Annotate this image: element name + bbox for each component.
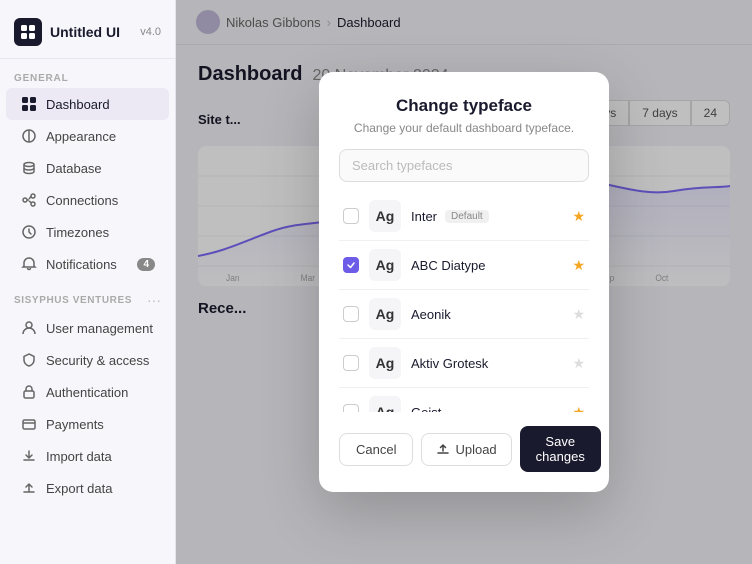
modal-overlay: Change typeface Change your default dash… [176,0,752,564]
sidebar-item-database-label: Database [46,161,102,176]
change-typeface-modal: Change typeface Change your default dash… [319,72,609,492]
font-sample-inter: Ag [369,200,401,232]
font-name-aeonik: Aeonik [411,307,451,322]
sidebar-item-dashboard-label: Dashboard [46,97,110,112]
payments-icon [20,415,38,433]
sidebar-item-import-data[interactable]: Import data [6,440,169,472]
font-name-group-aktiv-grotesk: Aktiv Grotesk [411,356,562,371]
sidebar-item-notifications-label: Notifications [46,257,117,272]
sidebar-item-payments[interactable]: Payments [6,408,169,440]
timezones-icon [20,223,38,241]
sidebar-item-connections-label: Connections [46,193,118,208]
sidebar-item-database[interactable]: Database [6,152,169,184]
font-name-group-abc-diatype: ABC Diatype [411,258,562,273]
sidebar-item-appearance[interactable]: Appearance [6,120,169,152]
app-header: Untitled UI v4.0 [0,10,175,59]
font-checkbox-geist[interactable] [343,404,359,412]
connections-icon [20,191,38,209]
sidebar-item-connections[interactable]: Connections [6,184,169,216]
upload-button[interactable]: Upload [421,433,511,466]
font-name-abc-diatype: ABC Diatype [411,258,485,273]
star-icon-aeonik[interactable]: ★ [572,306,585,323]
security-icon [20,351,38,369]
sidebar-item-security-label: Security & access [46,353,149,368]
modal-actions: Cancel Upload Save changes [339,426,589,472]
font-name-group-aeonik: Aeonik [411,307,562,322]
font-name-geist: Geist [411,405,441,413]
app-version: v4.0 [140,26,161,38]
sidebar-general-label: GENERAL [0,65,175,88]
star-icon-abc-diatype[interactable]: ★ [572,257,585,274]
sidebar-item-appearance-label: Appearance [46,129,116,144]
sidebar-item-security-access[interactable]: Security & access [6,344,169,376]
notifications-badge: 4 [137,258,155,271]
sidebar-item-user-management[interactable]: User management [6,312,169,344]
font-checkbox-abc-diatype[interactable] [343,257,359,273]
upload-label: Upload [455,442,496,457]
sidebar-item-dashboard[interactable]: Dashboard [6,88,169,120]
notifications-icon [20,255,38,273]
export-icon [20,479,38,497]
sidebar-item-import-label: Import data [46,449,112,464]
main-content: Nikolas Gibbons › Dashboard Dashboard 20… [176,0,752,564]
font-default-badge-inter: Default [445,210,489,223]
user-management-icon [20,319,38,337]
sidebar-item-authentication-label: Authentication [46,385,128,400]
sidebar: Untitled UI v4.0 GENERAL Dashboard Appea… [0,0,176,564]
sidebar-item-export-data[interactable]: Export data [6,472,169,504]
dashboard-icon [20,95,38,113]
sidebar-item-authentication[interactable]: Authentication [6,376,169,408]
font-name-aktiv-grotesk: Aktiv Grotesk [411,356,488,371]
app-icon [14,18,42,46]
font-sample-aktiv-grotesk: Ag [369,347,401,379]
font-item-aeonik: Ag Aeonik ★ [339,290,589,339]
modal-subtitle: Change your default dashboard typeface. [339,121,589,135]
star-icon-inter[interactable]: ★ [572,208,585,225]
sidebar-item-user-management-label: User management [46,321,153,336]
org-more-icon[interactable]: ··· [147,292,161,308]
font-name-inter: Inter [411,209,437,224]
app-title: Untitled UI [50,24,120,40]
save-changes-button[interactable]: Save changes [520,426,601,472]
sidebar-item-payments-label: Payments [46,417,104,432]
sidebar-item-export-label: Export data [46,481,113,496]
font-checkbox-aeonik[interactable] [343,306,359,322]
sidebar-item-timezones[interactable]: Timezones [6,216,169,248]
font-sample-aeonik: Ag [369,298,401,330]
cancel-button[interactable]: Cancel [339,433,413,466]
font-name-group-geist: Geist [411,405,562,413]
sidebar-org-label: SISYPHUS VENTURES [14,295,132,306]
star-icon-geist[interactable]: ★ [572,404,585,413]
font-sample-abc-diatype: Ag [369,249,401,281]
modal-title: Change typeface [339,96,589,116]
import-icon [20,447,38,465]
font-item-abc-diatype: Ag ABC Diatype ★ [339,241,589,290]
typeface-search-input[interactable] [339,149,589,182]
font-checkbox-inter[interactable] [343,208,359,224]
font-list: Ag Inter Default ★ Ag ABC Diatype [339,192,589,412]
sidebar-item-notifications[interactable]: Notifications 4 [6,248,169,280]
font-item-inter: Ag Inter Default ★ [339,192,589,241]
sidebar-item-timezones-label: Timezones [46,225,109,240]
font-checkbox-aktiv-grotesk[interactable] [343,355,359,371]
sidebar-org-header: SISYPHUS VENTURES ··· [0,284,175,312]
font-sample-geist: Ag [369,396,401,412]
upload-icon [436,442,450,456]
database-icon [20,159,38,177]
font-item-aktiv-grotesk: Ag Aktiv Grotesk ★ [339,339,589,388]
font-item-geist: Ag Geist ★ [339,388,589,412]
authentication-icon [20,383,38,401]
star-icon-aktiv-grotesk[interactable]: ★ [572,355,585,372]
appearance-icon [20,127,38,145]
font-name-group-inter: Inter Default [411,209,562,224]
